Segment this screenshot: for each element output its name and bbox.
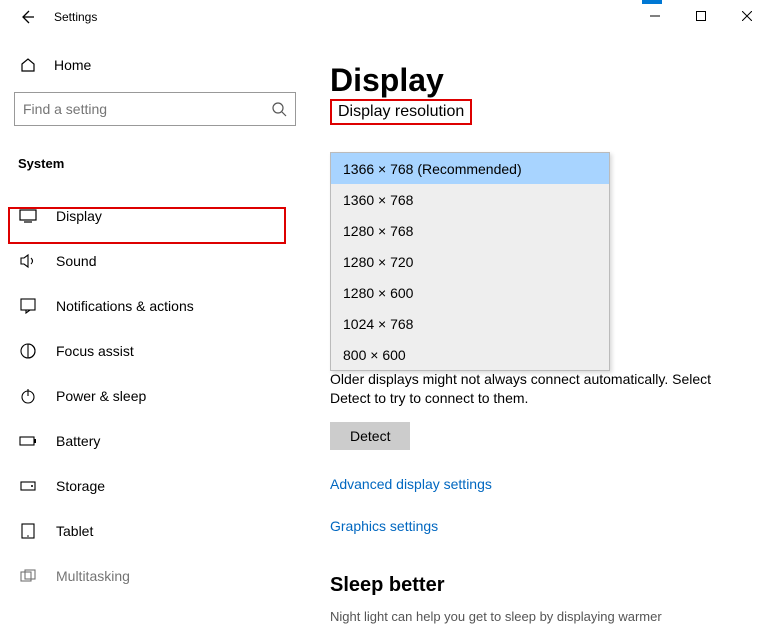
maximize-icon (696, 11, 706, 21)
nav-storage[interactable]: Storage (14, 463, 296, 508)
nav-multitasking[interactable]: Multitasking (14, 553, 296, 598)
resolution-dropdown[interactable]: 1366 × 768 (Recommended) 1360 × 768 1280… (330, 152, 610, 371)
nav-label: Focus assist (56, 343, 134, 359)
nav-focus[interactable]: Focus assist (14, 328, 296, 373)
tablet-icon (18, 521, 38, 541)
battery-icon (18, 431, 38, 451)
search-input[interactable] (23, 101, 271, 117)
notifications-icon (18, 296, 38, 316)
search-icon (271, 101, 287, 117)
home-nav[interactable]: Home (14, 46, 296, 84)
resolution-option[interactable]: 1024 × 768 (331, 308, 609, 339)
resolution-option[interactable]: 800 × 600 (331, 339, 609, 370)
multitasking-icon (18, 566, 38, 586)
close-icon (742, 11, 752, 21)
resolution-option[interactable]: 1360 × 768 (331, 184, 609, 215)
nav-list: Display Sound Notifications & actions Fo… (14, 193, 296, 598)
sleep-better-text: Night light can help you get to sleep by… (330, 609, 748, 624)
nav-label: Tablet (56, 523, 93, 539)
minimize-button[interactable] (632, 0, 678, 32)
nav-label: Display (56, 208, 102, 224)
nav-label: Multitasking (56, 568, 130, 584)
storage-icon (18, 476, 38, 496)
section-display-resolution: Display resolution (330, 99, 472, 125)
display-icon (18, 206, 38, 226)
home-label: Home (54, 57, 91, 73)
nav-label: Battery (56, 433, 100, 449)
focus-icon (18, 341, 38, 361)
detect-button[interactable]: Detect (330, 422, 410, 450)
maximize-button[interactable] (678, 0, 724, 32)
resolution-option[interactable]: 1366 × 768 (Recommended) (331, 153, 609, 184)
link-advanced-display[interactable]: Advanced display settings (330, 476, 748, 492)
category-header: System (14, 156, 296, 171)
back-button[interactable] (14, 4, 40, 30)
home-icon (18, 56, 38, 74)
link-graphics-settings[interactable]: Graphics settings (330, 518, 748, 534)
nav-power[interactable]: Power & sleep (14, 373, 296, 418)
sound-icon (18, 251, 38, 271)
power-icon (18, 386, 38, 406)
resolution-option[interactable]: 1280 × 768 (331, 215, 609, 246)
close-button[interactable] (724, 0, 770, 32)
arrow-left-icon (18, 8, 36, 26)
search-box[interactable] (14, 92, 296, 126)
resolution-option[interactable]: 1280 × 600 (331, 277, 609, 308)
nav-display[interactable]: Display (14, 193, 296, 238)
nav-label: Sound (56, 253, 96, 269)
page-title: Display (330, 62, 748, 99)
sleep-better-header: Sleep better (330, 574, 748, 597)
minimize-icon (650, 11, 660, 21)
nav-label: Power & sleep (56, 388, 146, 404)
nav-label: Storage (56, 478, 105, 494)
window-title: Settings (54, 10, 97, 24)
nav-notifications[interactable]: Notifications & actions (14, 283, 296, 328)
nav-battery[interactable]: Battery (14, 418, 296, 463)
detect-description: Older displays might not always connect … (330, 370, 748, 408)
nav-label: Notifications & actions (56, 298, 194, 314)
nav-sound[interactable]: Sound (14, 238, 296, 283)
nav-tablet[interactable]: Tablet (14, 508, 296, 553)
subheader-text: Display resolution (338, 103, 464, 120)
resolution-option[interactable]: 1280 × 720 (331, 246, 609, 277)
